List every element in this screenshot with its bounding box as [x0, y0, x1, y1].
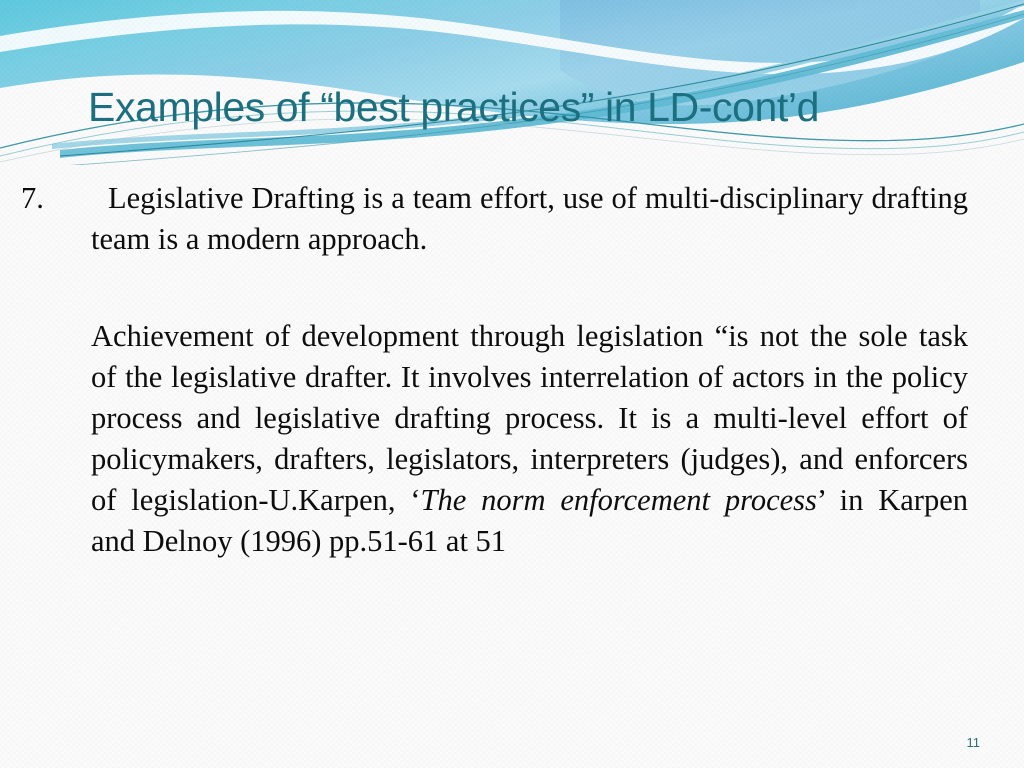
list-item-number: 7. [21, 181, 44, 215]
slide-body: 7. Legislative Drafting is a team effort,… [21, 178, 968, 562]
slide-page-number: 11 [966, 735, 981, 750]
list-item-text: Legislative Drafting is a team effort, u… [91, 181, 968, 256]
quote-citation-title: The norm enforcement process [420, 483, 817, 517]
body-paragraph-quote: Achievement of development through legis… [56, 316, 968, 562]
slide-title: Examples of “best practices” in LD-cont’… [88, 84, 820, 130]
slide: Examples of “best practices” in LD-cont’… [0, 0, 1024, 768]
body-paragraph-item-7: 7. Legislative Drafting is a team effort,… [21, 178, 968, 260]
